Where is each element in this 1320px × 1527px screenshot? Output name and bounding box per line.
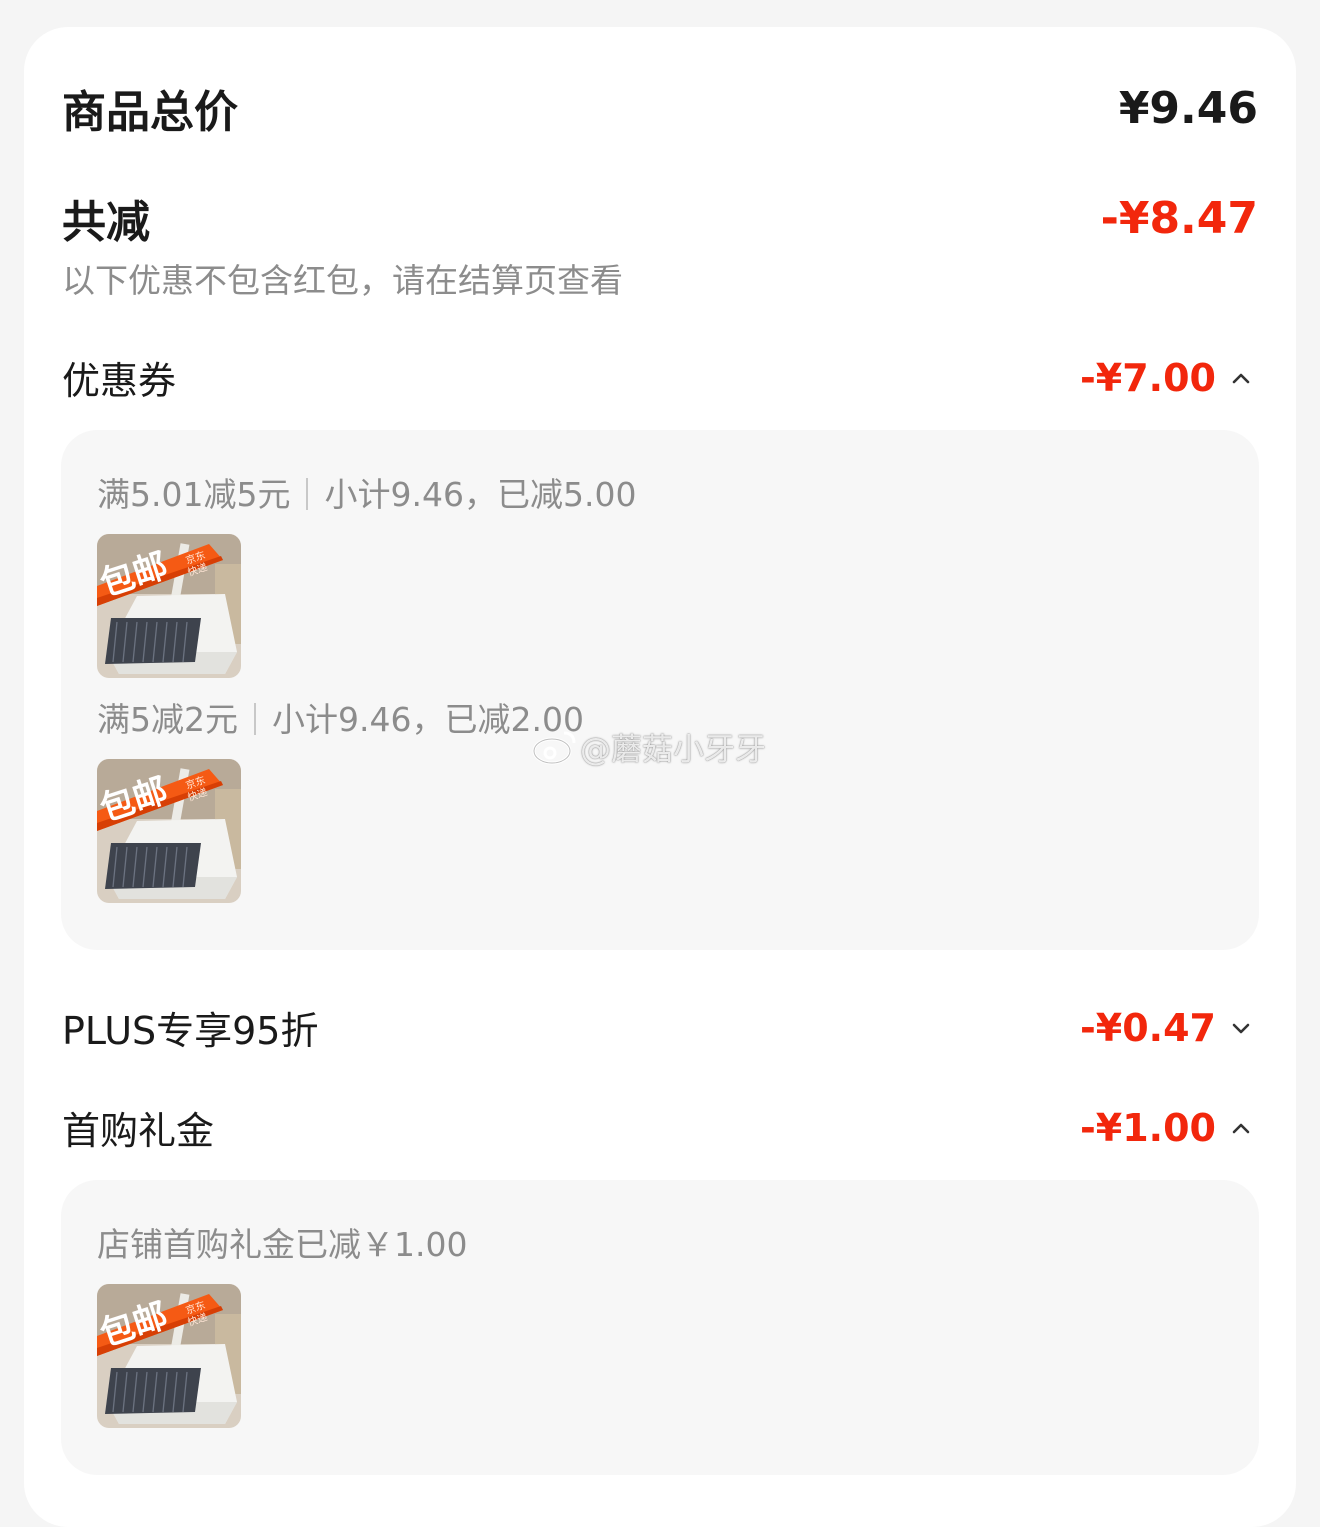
- total-discount-value: -¥8.47: [1100, 192, 1258, 244]
- coupon-item-2-rule: 满5减2元: [97, 700, 238, 739]
- total-price-row: 商品总价 ¥9.46: [62, 76, 1258, 140]
- broom-product-image: 包邮 京东 快递: [97, 759, 241, 903]
- product-thumbnail[interactable]: 包邮 京东 快递: [97, 534, 241, 678]
- chevron-down-icon[interactable]: [1224, 1011, 1258, 1045]
- coupon-item-1-detail: 小计9.46，已减5.00: [324, 475, 637, 514]
- coupon-value: -¥7.00: [1080, 355, 1216, 400]
- weibo-icon: [532, 731, 576, 764]
- discount-note: 以下优惠不包含红包，请在结算页查看: [62, 261, 623, 300]
- product-thumbnail[interactable]: 包邮 京东 快递: [97, 759, 241, 903]
- total-price-value: ¥9.46: [1118, 82, 1258, 134]
- first-purchase-gift-label: 首购礼金: [62, 1109, 215, 1153]
- coupon-label: 优惠券: [62, 359, 177, 403]
- divider: [306, 478, 309, 510]
- total-price-label: 商品总价: [62, 87, 238, 138]
- divider: [254, 703, 256, 735]
- broom-product-image: 包邮 京东 快递: [97, 1284, 241, 1428]
- coupon-item-1-rule: 满5.01减5元: [97, 475, 291, 514]
- watermark-text: @蘑菇小牙牙: [580, 732, 766, 768]
- chevron-up-icon[interactable]: [1224, 361, 1258, 395]
- plus-discount-value: -¥0.47: [1080, 1005, 1216, 1050]
- coupon-row[interactable]: 优惠券 -¥7.00: [62, 350, 1258, 405]
- first-purchase-gift-value: -¥1.00: [1080, 1105, 1216, 1150]
- coupon-item-2: 满5减2元 小计9.46，已减2.00: [97, 693, 584, 741]
- plus-discount-label: PLUS专享95折: [62, 1009, 319, 1053]
- chevron-up-icon[interactable]: [1224, 1111, 1258, 1145]
- coupon-item-1: 满5.01减5元 小计9.46，已减5.00: [97, 468, 636, 516]
- broom-product-image: 包邮 京东 快递: [97, 534, 241, 678]
- first-purchase-gift-panel: 店铺首购礼金已减￥1.00 包邮 京东 快递: [61, 1180, 1259, 1475]
- total-discount-row: 共减 -¥8.47: [62, 186, 1258, 250]
- total-discount-label: 共减: [62, 197, 150, 248]
- first-purchase-gift-row[interactable]: 首购礼金 -¥1.00: [62, 1100, 1258, 1155]
- coupon-detail-panel: 满5.01减5元 小计9.46，已减5.00 包邮 京东 快递 满5减2元 小计9.…: [61, 430, 1259, 950]
- first-purchase-gift-detail: 店铺首购礼金已减￥1.00: [97, 1225, 468, 1264]
- plus-discount-row[interactable]: PLUS专享95折 -¥0.47: [62, 1000, 1258, 1055]
- product-thumbnail[interactable]: 包邮 京东 快递: [97, 1284, 241, 1428]
- watermark: @蘑菇小牙牙: [530, 724, 766, 769]
